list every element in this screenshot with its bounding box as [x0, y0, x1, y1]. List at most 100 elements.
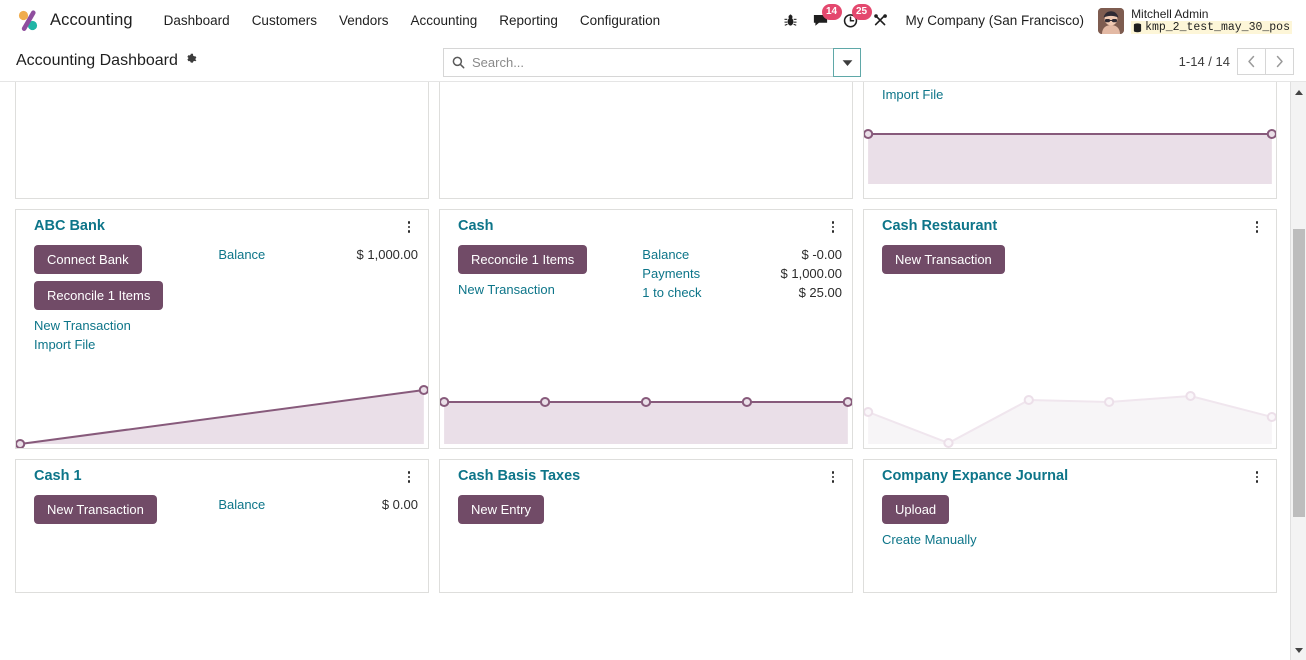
journal-card-exchange-difference: Exchange Difference New Entry	[434, 82, 858, 204]
figure-row: 1 to check $ 25.00	[642, 284, 842, 303]
card-menu-icon[interactable]	[402, 468, 416, 486]
main-menu: Dashboard Customers Vendors Accounting R…	[153, 0, 672, 41]
card-actions: Upload Create Manually	[881, 495, 1066, 592]
brand-home-link[interactable]: Accounting	[10, 0, 139, 41]
journal-card-cash-restaurant: Cash Restaurant New Transaction	[858, 204, 1282, 454]
card-header: Cash Restaurant	[864, 210, 1276, 236]
bug-icon[interactable]	[776, 0, 806, 41]
card-header: Company Expance Journal	[864, 460, 1276, 486]
user-identity: Mitchell Admin kmp_2_test_may_30_pos	[1131, 7, 1292, 35]
pager-next-button[interactable]	[1265, 47, 1294, 75]
card-menu-icon[interactable]	[1250, 218, 1264, 236]
card-figures	[642, 495, 842, 592]
card-menu-icon[interactable]	[402, 218, 416, 236]
menu-item-configuration[interactable]: Configuration	[569, 0, 671, 41]
journal-card-company-expance-journal: Company Expance Journal Upload Create Ma…	[858, 454, 1282, 598]
pager-previous-button[interactable]	[1237, 47, 1266, 75]
upload-button[interactable]: Upload	[881, 495, 950, 524]
menu-item-reporting[interactable]: Reporting	[488, 0, 569, 41]
messages-icon[interactable]: 14	[806, 0, 842, 41]
new-transaction-link[interactable]: New Transaction	[34, 317, 131, 336]
figure-row: Payments $ 1,000.00	[642, 265, 842, 284]
menu-item-customers[interactable]: Customers	[241, 0, 328, 41]
search-bar[interactable]	[443, 48, 834, 77]
triangle-up-icon	[1295, 89, 1303, 95]
new-transaction-button[interactable]: New Transaction	[881, 245, 1005, 274]
card-figures	[218, 82, 418, 198]
pager-range: 1-14 / 14	[1178, 53, 1230, 69]
gear-icon[interactable]	[185, 53, 198, 69]
figure-label[interactable]: Balance	[218, 246, 265, 265]
chevron-right-icon	[1276, 55, 1283, 67]
vertical-scrollbar[interactable]	[1290, 82, 1306, 660]
figure-row: Balance $ -0.00	[642, 246, 842, 265]
journal-title[interactable]: Company Expance Journal	[882, 468, 1068, 485]
chevron-left-icon	[1248, 55, 1255, 67]
figure-label[interactable]: Balance	[218, 496, 265, 515]
figure-row: Balance $ 1,000.00	[218, 246, 418, 265]
import-file-link[interactable]: Import File	[34, 336, 95, 355]
journal-card-bank: Bank Connect Bank Reconcile 8 Items New …	[858, 82, 1282, 204]
journal-title[interactable]: Cash	[458, 218, 493, 235]
figure-value: $ 25.00	[798, 284, 842, 300]
figure-value: $ -0.00	[801, 247, 842, 262]
figure-value: $ 1,000.00	[780, 265, 842, 281]
card-menu-icon[interactable]	[1250, 468, 1264, 486]
journal-card-abc-bank: ABC Bank Connect Bank Reconcile 1 Items …	[10, 204, 434, 454]
card-body: New Entry	[16, 82, 428, 198]
menu-item-accounting[interactable]: Accounting	[400, 0, 489, 41]
top-navbar: Accounting Dashboard Customers Vendors A…	[0, 0, 1306, 41]
journal-title[interactable]: Cash 1	[34, 468, 82, 485]
journal-card-inventory-valuation: Inventory Valuation New Entry	[10, 82, 434, 204]
scroll-up-button[interactable]	[1291, 84, 1306, 100]
card-body: Upload Create Manually	[864, 486, 1276, 592]
new-transaction-link[interactable]: New Transaction	[458, 281, 555, 300]
journal-title[interactable]: ABC Bank	[34, 218, 105, 235]
figure-label[interactable]: Balance	[642, 246, 689, 265]
odoo-logo-icon	[16, 8, 42, 34]
new-transaction-button[interactable]: New Transaction	[34, 495, 157, 524]
menu-item-dashboard[interactable]: Dashboard	[153, 0, 241, 41]
user-menu[interactable]: Mitchell Admin kmp_2_test_may_30_pos	[1094, 7, 1298, 35]
balance-sparkline-chart	[863, 120, 1276, 198]
card-menu-icon[interactable]	[826, 468, 840, 486]
figure-label[interactable]: 1 to check	[642, 284, 701, 303]
card-header: ABC Bank	[16, 210, 428, 236]
card-header: Cash Basis Taxes	[440, 460, 852, 486]
triangle-down-icon	[1295, 647, 1303, 653]
create-manually-link[interactable]: Create Manually	[882, 531, 977, 550]
reconcile-items-button[interactable]: Reconcile 1 Items	[34, 281, 164, 310]
journal-title[interactable]: Cash Basis Taxes	[458, 468, 580, 485]
card-actions: New Entry	[457, 495, 642, 592]
search-options-toggle[interactable]	[833, 48, 861, 77]
user-name: Mitchell Admin	[1131, 6, 1209, 21]
figure-value: $ 0.00	[381, 497, 418, 512]
card-body: New Transaction Balance $ 0.00	[16, 486, 428, 592]
connect-bank-button[interactable]: Connect Bank	[34, 245, 142, 274]
card-body: New Entry	[440, 82, 852, 198]
menu-item-vendors[interactable]: Vendors	[328, 0, 400, 41]
journal-title[interactable]: Cash Restaurant	[882, 218, 997, 235]
company-switcher[interactable]: My Company (San Francisco)	[896, 13, 1095, 28]
scroll-down-button[interactable]	[1291, 642, 1306, 658]
activities-clock-icon[interactable]: 25	[836, 0, 872, 41]
card-actions: New Entry	[458, 82, 642, 198]
dashboard-scroll-area: Inventory Valuation New Entry Exchange D…	[0, 82, 1306, 660]
card-actions: New Entry	[34, 82, 218, 198]
scrollbar-thumb[interactable]	[1293, 229, 1305, 517]
import-file-link[interactable]: Import File	[882, 86, 943, 105]
card-figures	[1066, 495, 1266, 592]
search-icon	[452, 56, 465, 69]
card-figures	[642, 82, 842, 198]
database-tag: kmp_2_test_may_30_pos	[1131, 20, 1292, 35]
card-menu-icon[interactable]	[826, 218, 840, 236]
new-entry-button[interactable]: New Entry	[457, 495, 544, 524]
figure-row: Balance $ 0.00	[218, 496, 418, 515]
debug-tools-icon[interactable]	[866, 0, 896, 41]
figure-label[interactable]: Payments	[642, 265, 700, 284]
breadcrumb: Accounting Dashboard	[16, 52, 198, 70]
journal-card-grid: Inventory Valuation New Entry Exchange D…	[0, 82, 1290, 598]
search-input[interactable]	[472, 55, 825, 70]
card-body: New Entry	[440, 486, 852, 592]
reconcile-items-button[interactable]: Reconcile 1 Items	[457, 245, 588, 274]
